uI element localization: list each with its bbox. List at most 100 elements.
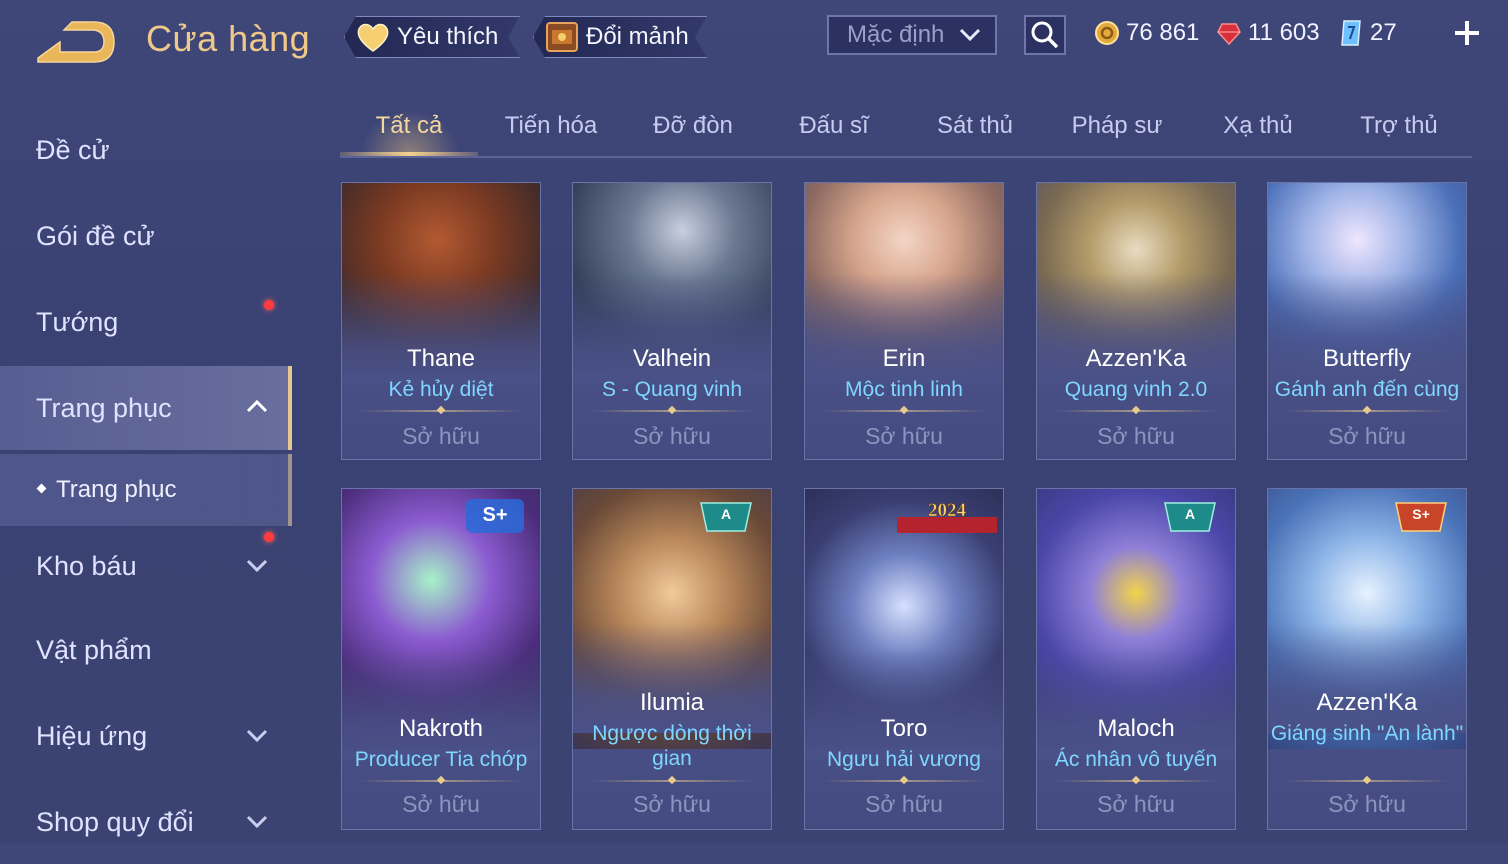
sidebar: Đề cử Gói đề cử Tướng Trang phục Trang p… xyxy=(0,96,292,844)
sidebar-item-label: Đề cử xyxy=(36,134,110,165)
sidebar-item-label: Hiệu ứng xyxy=(36,720,148,751)
search-button[interactable] xyxy=(1024,15,1066,55)
chevron-up-icon xyxy=(246,399,268,413)
sort-dropdown[interactable]: Mặc định xyxy=(827,15,997,55)
tab-support[interactable]: Trợ thủ xyxy=(1334,112,1464,140)
voucher-value: 27 xyxy=(1370,19,1397,46)
exchange-label: Đổi mảnh xyxy=(586,23,689,50)
owned-status: Sở hữu xyxy=(402,791,480,817)
sidebar-item-effects[interactable]: Hiệu ứng xyxy=(0,694,288,778)
skin-card[interactable]: S+ Azzen'Ka Giáng sinh "An lành" Sở hữu xyxy=(1267,488,1467,830)
add-currency-button[interactable] xyxy=(1452,18,1482,48)
red-gem-icon xyxy=(1217,23,1241,46)
skin-name: Mộc tinh linh xyxy=(845,378,963,401)
svg-text:S+: S+ xyxy=(1412,506,1430,522)
skin-name: Ngưu hải vương xyxy=(827,748,981,771)
favorites-button[interactable]: Yêu thích xyxy=(344,16,520,58)
sidebar-item-treasure[interactable]: Kho báu xyxy=(0,524,288,608)
owned-status: Sở hữu xyxy=(402,423,480,449)
svg-text:A: A xyxy=(721,506,731,522)
tier-badge: A xyxy=(1164,502,1216,532)
owned-status: Sở hữu xyxy=(1097,423,1175,449)
skin-name: Kẻ hủy diệt xyxy=(388,378,494,401)
sidebar-item-exchange-shop[interactable]: Shop quy đổi xyxy=(0,780,288,864)
hero-name: Toro xyxy=(880,715,928,742)
hero-name: Maloch xyxy=(1097,715,1175,742)
chest-icon xyxy=(544,20,580,54)
sidebar-item-label: Gói đề cử xyxy=(36,220,155,251)
skin-name: S - Quang vinh xyxy=(601,378,743,401)
exchange-fragments-button[interactable]: Đổi mảnh xyxy=(533,16,707,58)
skin-card[interactable]: Erin Mộc tinh linh Sở hữu xyxy=(804,182,1004,460)
hero-name: Butterfly xyxy=(1322,345,1412,372)
sidebar-subitem-label: Trang phục xyxy=(56,476,177,503)
skin-card[interactable]: 2024 Toro Ngưu hải vương Sở hữu xyxy=(804,488,1004,830)
gold-balance: 76 861 xyxy=(1094,16,1199,50)
sidebar-item-recommended[interactable]: Đề cử xyxy=(0,108,288,192)
tier-badge: S+ xyxy=(466,499,524,533)
back-button[interactable] xyxy=(34,18,116,66)
owned-status: Sở hữu xyxy=(1328,423,1406,449)
hero-name: Azzen'Ka xyxy=(1085,345,1187,372)
skin-name: Gánh anh đến cùng xyxy=(1274,378,1460,401)
tab-fighter[interactable]: Đấu sĩ xyxy=(769,112,899,140)
tab-tank[interactable]: Đỡ đòn xyxy=(628,112,758,140)
skin-card[interactable]: Azzen'Ka Quang vinh 2.0 Sở hữu xyxy=(1036,182,1236,460)
owned-status: Sở hữu xyxy=(1328,791,1406,817)
skin-card[interactable]: A Maloch Ác nhân vô tuyến Sở hữu xyxy=(1036,488,1236,830)
chevron-down-icon xyxy=(246,815,268,829)
tab-assassin[interactable]: Sát thủ xyxy=(910,112,1040,140)
category-tabs: Tất cả Tiến hóa Đỡ đòn Đấu sĩ Sát thủ Ph… xyxy=(340,100,1472,158)
tab-marksman[interactable]: Xạ thủ xyxy=(1193,112,1323,140)
skin-card[interactable]: S+ Nakroth Producer Tia chớp Sở hữu xyxy=(341,488,541,830)
owned-status: Sở hữu xyxy=(865,423,943,449)
sidebar-item-items[interactable]: Vật phẩm xyxy=(0,608,288,692)
svg-text:A: A xyxy=(1185,506,1195,522)
hero-name: Thane xyxy=(406,345,476,372)
skin-name: Ngược dòng thời gian xyxy=(592,722,752,770)
notification-dot xyxy=(264,532,274,542)
owned-status: Sở hữu xyxy=(633,791,711,817)
sidebar-item-label: Tướng xyxy=(36,306,119,337)
voucher-balance: 27 xyxy=(1338,16,1397,50)
owned-status: Sở hữu xyxy=(1097,791,1175,817)
sidebar-item-label: Trang phục xyxy=(36,392,172,423)
sidebar-item-heroes[interactable]: Tướng xyxy=(0,280,288,364)
tab-evolution[interactable]: Tiến hóa xyxy=(486,112,616,140)
voucher-icon xyxy=(1341,20,1361,46)
sidebar-subitem-skins[interactable]: Trang phục xyxy=(0,454,292,526)
chevron-down-icon xyxy=(246,559,268,573)
sidebar-item-label: Shop quy đổi xyxy=(36,806,194,837)
skin-name: Quang vinh 2.0 xyxy=(1064,378,1208,401)
svg-text:2024: 2024 xyxy=(928,500,967,521)
sidebar-item-label: Kho báu xyxy=(36,550,137,581)
tab-all[interactable]: Tất cả xyxy=(344,112,474,140)
sidebar-item-skins[interactable]: Trang phục xyxy=(0,366,292,450)
sidebar-item-recommended-packs[interactable]: Gói đề cử xyxy=(0,194,288,310)
skin-card[interactable]: Butterfly Gánh anh đến cùng Sở hữu xyxy=(1267,182,1467,460)
gold-coin-icon xyxy=(1095,21,1119,45)
skin-name: Producer Tia chớp xyxy=(354,748,528,771)
skin-name: Ác nhân vô tuyến xyxy=(1054,748,1218,771)
page-title: Cửa hàng xyxy=(146,18,311,59)
hero-name: Azzen'Ka xyxy=(1316,689,1418,716)
tier-badge: 2024 xyxy=(897,500,997,533)
skin-card[interactable]: A Ilumia Ngược dòng thời gian Sở hữu xyxy=(572,488,772,830)
sidebar-item-label: Vật phẩm xyxy=(36,634,152,665)
gem-value: 11 603 xyxy=(1248,19,1320,46)
chevron-down-icon xyxy=(246,729,268,743)
skin-name: Giáng sinh "An lành" xyxy=(1270,722,1464,745)
skin-card[interactable]: Thane Kẻ hủy diệt Sở hữu xyxy=(341,182,541,460)
hero-name: Valhein xyxy=(632,345,712,372)
chevron-down-icon xyxy=(959,28,981,42)
tab-mage[interactable]: Pháp sư xyxy=(1052,112,1182,140)
tier-badge: S+ xyxy=(1395,502,1447,532)
skin-card[interactable]: Valhein S - Quang vinh Sở hữu xyxy=(572,182,772,460)
search-icon xyxy=(1031,21,1059,49)
tier-badge: A xyxy=(700,502,752,532)
gem-balance: 11 603 xyxy=(1216,16,1320,50)
hero-name: Erin xyxy=(882,345,926,372)
hero-name: Ilumia xyxy=(639,689,705,716)
heart-icon xyxy=(355,21,391,53)
owned-status: Sở hữu xyxy=(865,791,943,817)
